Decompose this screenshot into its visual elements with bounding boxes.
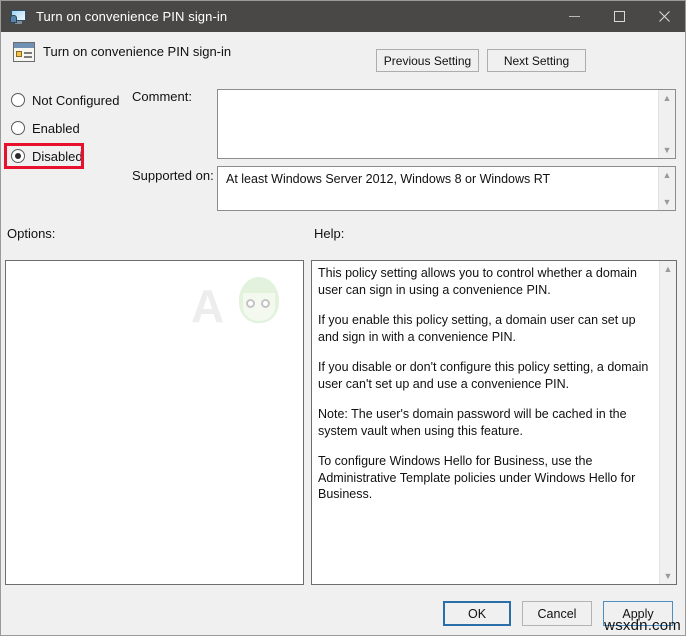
radio-disabled[interactable]: Disabled [11,147,83,165]
cancel-button[interactable]: Cancel [522,601,592,626]
next-setting-button[interactable]: Next Setting [487,49,586,72]
help-paragraph: If you disable or don't configure this p… [318,360,649,391]
radio-enabled-label: Enabled [32,120,80,136]
comment-label: Comment: [132,89,192,104]
radio-disabled-mark [11,149,25,163]
previous-setting-button[interactable]: Previous Setting [376,49,479,72]
radio-enabled-mark [11,121,25,135]
page-title: Turn on convenience PIN sign-in [43,44,232,59]
group-policy-setting-dialog: Turn on convenience PIN sign-in Turn on … [0,0,686,636]
radio-not-configured-label: Not Configured [32,92,120,108]
help-paragraph: Note: The user's domain password will be… [318,407,627,438]
supported-on-scrollbar[interactable]: ▲ ▼ [658,167,675,210]
supported-on-label: Supported on: [132,168,214,183]
policy-monitor-icon [10,9,28,25]
radio-disabled-label: Disabled [32,148,83,164]
options-label: Options: [7,226,56,241]
chevron-up-icon[interactable]: ▲ [659,167,675,183]
radio-not-configured[interactable]: Not Configured [11,91,119,109]
help-panel[interactable]: This policy setting allows you to contro… [311,260,677,585]
chevron-down-icon[interactable]: ▼ [659,194,675,210]
help-text: This policy setting allows you to contro… [318,265,654,503]
supported-on-value: At least Windows Server 2012, Windows 8 … [226,172,551,186]
chevron-down-icon[interactable]: ▼ [660,568,676,584]
help-label: Help: [314,226,345,241]
supported-on-field: At least Windows Server 2012, Windows 8 … [217,166,676,211]
chevron-up-icon[interactable]: ▲ [660,261,676,277]
comment-input[interactable]: ▲ ▼ [217,89,676,159]
policy-setting-icon [13,42,35,62]
minimize-icon[interactable] [552,1,597,32]
chevron-up-icon[interactable]: ▲ [659,90,675,106]
help-paragraph: If you enable this policy setting, a dom… [318,313,636,344]
window-title: Turn on convenience PIN sign-in [36,9,228,24]
window-controls [552,1,685,32]
options-panel[interactable] [5,260,304,585]
close-icon[interactable] [642,1,685,32]
title-bar: Turn on convenience PIN sign-in [1,1,685,32]
help-paragraph: This policy setting allows you to contro… [318,266,637,297]
chevron-down-icon[interactable]: ▼ [659,142,675,158]
ok-button[interactable]: OK [443,601,511,626]
apply-button[interactable]: Apply [603,601,673,626]
radio-enabled[interactable]: Enabled [11,119,80,137]
help-scrollbar[interactable]: ▲ ▼ [659,261,676,584]
maximize-icon[interactable] [597,1,642,32]
help-paragraph: To configure Windows Hello for Business,… [318,454,636,501]
comment-scrollbar[interactable]: ▲ ▼ [658,90,675,158]
radio-not-configured-mark [11,93,25,107]
